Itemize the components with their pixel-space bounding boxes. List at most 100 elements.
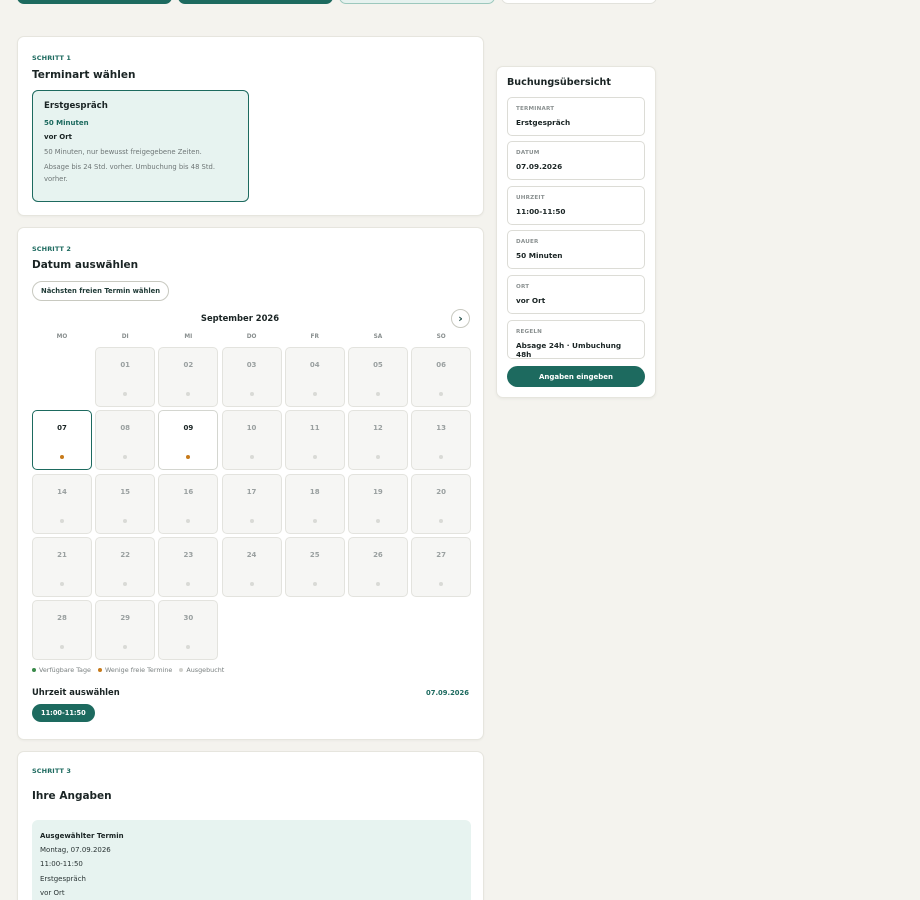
selected-appointment-date: Montag, 07.09.2026 (40, 846, 111, 855)
appointment-type-option[interactable]: Erstgespräch 50 Minuten vor Ort 50 Minut… (32, 90, 249, 202)
availability-dot-icon (123, 581, 128, 586)
calendar-day-14: 14 (32, 473, 92, 534)
legend-few-label: Wenige freie Termine (104, 666, 173, 674)
summary-item-uhrzeit: UHRZEIT 11:00-11:50 (507, 186, 645, 225)
day-number: 11 (309, 424, 320, 433)
day-number: 19 (373, 487, 383, 496)
type-duration: 50 Minuten (44, 119, 89, 127)
step2-title: Datum auswählen (32, 259, 139, 271)
selected-appointment-box: Ausgewählter Termin Montag, 07.09.2026 1… (32, 820, 471, 900)
day-number: 22 (120, 550, 131, 559)
availability-dot-icon (60, 518, 64, 523)
type-description: 50 Minuten, nur bewusst freigegebene Zei… (44, 148, 202, 156)
availability-dot-icon (123, 392, 128, 396)
day-number: 04 (309, 361, 320, 369)
availability-dot-icon (249, 581, 254, 586)
calendar-day-29: 29 (95, 600, 156, 661)
step1-title: Terminart wählen (32, 69, 136, 81)
day-number: 17 (246, 487, 257, 496)
weekday-header: MO DI MI DO FR SA SO (32, 334, 471, 340)
calendar-day-07[interactable]: 07 (32, 410, 92, 471)
day-number: 15 (120, 487, 131, 496)
availability-dot-icon (312, 455, 317, 460)
day-number: 14 (57, 487, 67, 496)
availability-dot-icon (60, 455, 64, 460)
availability-dot-icon (60, 581, 64, 586)
availability-dot-icon (375, 581, 380, 586)
day-number: 28 (57, 614, 67, 623)
next-free-slot-button[interactable]: Nächsten freien Termin wählen (32, 281, 170, 301)
booked-dot-icon (179, 668, 184, 672)
availability-dot-icon (249, 392, 254, 396)
calendar-day-26: 26 (347, 536, 408, 597)
calendar-day-15: 15 (95, 473, 156, 534)
calendar-day-06: 06 (411, 347, 472, 407)
day-number: 08 (120, 424, 131, 433)
calendar-day-27: 27 (411, 536, 472, 597)
weekday-label: SO (436, 334, 446, 340)
step1-card: SCHRITT 1 Terminart wählen Erstgespräch … (17, 36, 484, 216)
top-tab-3[interactable] (339, 0, 495, 4)
summary-item-value: vor Ort (516, 296, 546, 305)
top-tab-4[interactable] (501, 0, 657, 4)
availability-dot-icon (123, 645, 128, 650)
availability-dot-icon (249, 455, 254, 460)
calendar-day-24: 24 (221, 536, 282, 597)
calendar-day-11: 11 (284, 410, 345, 471)
time-selected-date: 07.09.2026 (426, 689, 469, 697)
summary-item-value: 07.09.2026 (516, 162, 563, 171)
availability-dot-icon (123, 518, 128, 523)
summary-item-key: TERMINART (516, 106, 555, 112)
summary-title: Buchungsübersicht (507, 77, 611, 88)
availability-dot-icon (375, 455, 380, 460)
calendar-day-20: 20 (411, 473, 472, 534)
day-number: 24 (246, 550, 257, 559)
selected-appointment-title: Ausgewählter Termin (40, 832, 124, 840)
summary-item-key: DAUER (516, 239, 539, 245)
step3-card: SCHRITT 3 Ihre Angaben Ausgewählter Term… (17, 751, 484, 900)
availability-dot-icon (312, 518, 317, 523)
type-location: vor Ort (44, 133, 73, 141)
type-rules: Absage bis 24 Std. vorher. Umbuchung bis… (44, 163, 216, 183)
summary-item-key: REGELN (516, 329, 542, 335)
calendar-grid: 01 02 03 04 05 06 07 08 09 10 11 12 13 14 15 16 17 18 19 20… (32, 347, 472, 661)
calendar-day-17: 17 (221, 473, 282, 534)
weekday-label: FR (310, 334, 319, 340)
availability-dot-icon (439, 455, 444, 460)
availability-dot-icon (312, 581, 317, 586)
calendar-day-21: 21 (32, 536, 92, 597)
calendar-day-10: 10 (221, 410, 282, 471)
time-slot-button[interactable]: 11:00-11:50 (32, 704, 95, 722)
availability-dot-icon (439, 581, 444, 586)
day-number: 18 (309, 487, 320, 496)
next-month-button[interactable]: › (451, 309, 470, 328)
availability-dot-icon (312, 392, 317, 396)
calendar-legend: Verfügbare Tage Wenige freie Termine Aus… (32, 666, 224, 674)
time-section-title: Uhrzeit auswählen (32, 687, 120, 697)
availability-dot-icon (439, 518, 444, 523)
summary-item-value: 11:00-11:50 (516, 207, 566, 216)
availability-dot-icon (375, 518, 380, 523)
availability-dot-icon (123, 455, 128, 460)
calendar-day-09[interactable]: 09 (158, 410, 219, 471)
availability-dot-icon (375, 392, 380, 396)
calendar-day-03: 03 (221, 347, 282, 407)
calendar-day-01: 01 (95, 347, 156, 407)
legend-available-label: Verfügbare Tage (39, 666, 91, 674)
calendar-day-12: 12 (347, 410, 408, 471)
legend-booked-label: Ausgebucht (186, 666, 225, 674)
top-tab-1[interactable] (17, 0, 172, 4)
top-tab-strip (17, 0, 657, 4)
summary-item-terminart: TERMINART Erstgespräch (507, 97, 645, 136)
day-number: 16 (183, 487, 194, 496)
summary-item-key: ORT (516, 284, 530, 290)
enter-details-button[interactable]: Angaben eingeben (507, 366, 645, 387)
summary-item-value: Erstgespräch (516, 118, 571, 127)
calendar-month-title: September 2026 (200, 313, 280, 323)
summary-item-ort: ORT vor Ort (507, 275, 645, 314)
top-tab-2[interactable] (178, 0, 333, 4)
selected-appointment-type: Erstgespräch (40, 874, 86, 883)
day-number: 07 (57, 424, 67, 433)
availability-dot-icon (249, 518, 254, 523)
summary-item-dauer: DAUER 50 Minuten (507, 230, 645, 269)
